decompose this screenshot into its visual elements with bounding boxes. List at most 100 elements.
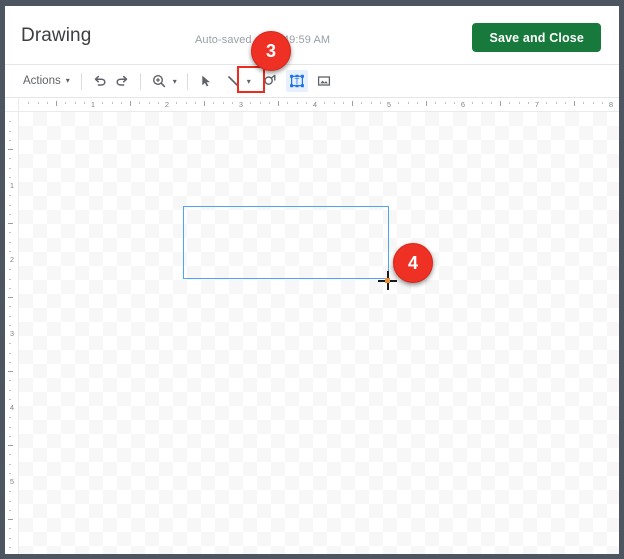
ruler-tick <box>28 102 30 104</box>
annotation-badge-4: 4 <box>393 243 433 283</box>
svg-text:T: T <box>294 77 299 86</box>
image-icon[interactable] <box>313 70 335 92</box>
ruler-tick <box>9 167 11 169</box>
drawing-canvas[interactable] <box>19 112 619 554</box>
ruler-tick <box>564 102 566 104</box>
zoom-icon[interactable] <box>148 70 170 92</box>
screenshot-root: Drawing Auto-saved at 12:49:59 AM Save a… <box>0 0 624 559</box>
ruler-tick <box>185 102 187 104</box>
actions-menu-label: Actions <box>23 75 61 87</box>
page-title: Drawing <box>21 25 92 46</box>
ruler-tick <box>148 102 150 104</box>
ruler-number: 5 <box>9 477 15 486</box>
vertical-ruler[interactable]: 1 2 3 4 5 <box>5 112 19 554</box>
ruler-tick <box>9 306 11 308</box>
select-arrow-icon[interactable] <box>195 70 217 92</box>
ruler-tick <box>111 102 113 104</box>
ruler-tick <box>8 149 13 150</box>
text-box-outline[interactable] <box>183 206 389 279</box>
ruler-tick <box>8 445 13 446</box>
ruler-tick <box>9 528 11 530</box>
ruler-tick <box>9 139 11 141</box>
ruler-tick <box>9 176 11 178</box>
ruler-tick <box>9 232 11 234</box>
ruler-tick <box>444 102 446 104</box>
ruler-tick <box>370 102 372 104</box>
redo-icon[interactable] <box>111 70 133 92</box>
ruler-tick <box>8 297 13 298</box>
shape-icon[interactable] <box>259 70 281 92</box>
ruler-tick <box>9 509 11 511</box>
ruler-tick <box>9 324 11 326</box>
ruler-tick <box>37 102 39 104</box>
ruler-tick <box>500 101 501 106</box>
ruler-tick <box>426 101 427 106</box>
ruler-tick <box>527 102 529 104</box>
ruler-tick <box>9 435 11 437</box>
ruler-tick <box>398 102 400 104</box>
ruler-tick <box>278 101 279 106</box>
ruler-tick <box>56 101 57 106</box>
ruler-number: 6 <box>460 100 466 109</box>
ruler-tick <box>509 102 511 104</box>
line-dropdown-caret-icon[interactable]: ▾ <box>244 70 254 92</box>
toolbar-divider <box>139 72 141 90</box>
ruler-number: 3 <box>9 329 15 338</box>
ruler-tick <box>120 102 122 104</box>
text-box-icon[interactable]: T <box>285 70 308 92</box>
editor-header: Drawing Auto-saved at 12:49:59 AM Save a… <box>5 6 619 65</box>
ruler-tick <box>324 102 326 104</box>
ruler-tick <box>546 102 548 104</box>
ruler-tick <box>9 241 11 243</box>
toolbar-divider <box>186 72 188 90</box>
ruler-tick <box>9 426 11 428</box>
zoom-dropdown-caret-icon[interactable]: ▾ <box>170 70 180 92</box>
ruler-tick <box>250 102 252 104</box>
ruler-tick <box>9 269 11 271</box>
ruler-number: 4 <box>312 100 318 109</box>
ruler-tick <box>435 102 437 104</box>
actions-menu-button[interactable]: Actions ▾ <box>19 70 74 92</box>
ruler-tick <box>342 102 344 104</box>
ruler-number: 5 <box>386 100 392 109</box>
ruler-number: 1 <box>90 100 96 109</box>
ruler-tick <box>213 102 215 104</box>
ruler-tick <box>139 102 141 104</box>
ruler-tick <box>9 343 11 345</box>
ruler-tick <box>157 102 159 104</box>
window-inner: Drawing Auto-saved at 12:49:59 AM Save a… <box>5 6 619 554</box>
ruler-tick <box>555 102 557 104</box>
ruler-tick <box>9 454 11 456</box>
ruler-tick <box>287 102 289 104</box>
ruler-tick <box>9 130 11 132</box>
ruler-tick <box>9 417 11 419</box>
ruler-tick <box>102 102 104 104</box>
ruler-tick <box>9 463 11 465</box>
ruler-tick <box>176 102 178 104</box>
ruler-tick <box>416 102 418 104</box>
ruler-tick <box>379 102 381 104</box>
ruler-tick <box>9 500 11 502</box>
save-and-close-button[interactable]: Save and Close <box>472 23 601 52</box>
ruler-tick <box>194 102 196 104</box>
undo-icon[interactable] <box>89 70 111 92</box>
ruler-tick <box>9 380 11 382</box>
ruler-tick <box>574 101 575 106</box>
ruler-tick <box>361 102 363 104</box>
ruler-tick <box>9 472 11 474</box>
ruler-tick <box>481 102 483 104</box>
editor-toolbar: Actions ▾ ▾ ▾ T <box>5 65 619 98</box>
chevron-down-icon: ▾ <box>65 76 70 85</box>
ruler-tick <box>407 102 409 104</box>
ruler-tick <box>352 101 353 106</box>
ruler-tick <box>83 102 85 104</box>
ruler-tick <box>8 371 13 372</box>
ruler-number: 2 <box>164 100 170 109</box>
ruler-tick <box>9 287 11 289</box>
ruler-tick <box>130 101 131 106</box>
ruler-tick <box>9 204 11 206</box>
line-icon[interactable] <box>222 70 244 92</box>
ruler-number: 2 <box>9 255 15 264</box>
ruler-tick <box>490 102 492 104</box>
horizontal-ruler[interactable]: 1 2 3 4 5 6 7 8 <box>5 98 619 112</box>
